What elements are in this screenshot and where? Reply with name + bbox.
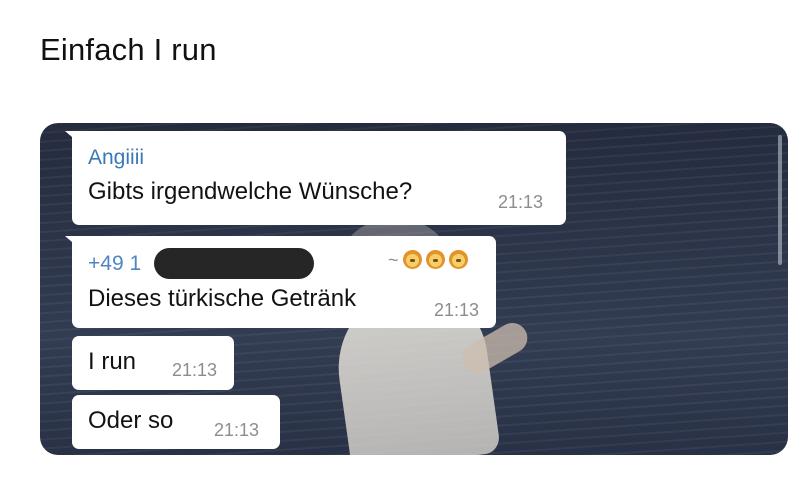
message-time: 21:13 xyxy=(498,192,544,212)
chat-screenshot: Angiiii Gibts irgendwelche Wünsche? 21:1… xyxy=(40,123,788,455)
message-bubble[interactable]: I run 21:13 xyxy=(72,336,234,390)
message-time: 21:13 xyxy=(434,300,480,320)
redaction-bar xyxy=(154,248,314,279)
lion-face-icon xyxy=(402,250,422,269)
message-text: Dieses türkische Getränk xyxy=(88,285,357,312)
lion-face-icon xyxy=(425,250,445,269)
message-bubble[interactable]: Oder so 21:13 xyxy=(72,395,280,449)
message-time: 21:13 xyxy=(214,420,260,440)
bubble-tail xyxy=(65,236,79,248)
message-bubble[interactable]: +49 1 ~ Dieses türkische Getränk 21:13 xyxy=(65,236,496,328)
message-bubble[interactable]: Angiiii Gibts irgendwelche Wünsche? 21:1… xyxy=(65,131,566,225)
lion-face-icon xyxy=(448,250,468,269)
message-text: Gibts irgendwelche Wünsche? xyxy=(88,178,413,205)
sender-name[interactable]: Angiiii xyxy=(88,146,144,170)
tilde: ~ xyxy=(388,250,399,270)
sender-phone-number[interactable]: +49 1 xyxy=(88,252,141,276)
message-text: I run xyxy=(88,348,137,375)
bubble-tail xyxy=(65,131,79,143)
message-time: 21:13 xyxy=(172,360,218,380)
post-title: Einfach I run xyxy=(40,32,217,67)
chat-scrollbar[interactable] xyxy=(778,135,782,265)
sender-nickname: ~ xyxy=(388,250,468,271)
message-text: Oder so xyxy=(88,407,174,434)
